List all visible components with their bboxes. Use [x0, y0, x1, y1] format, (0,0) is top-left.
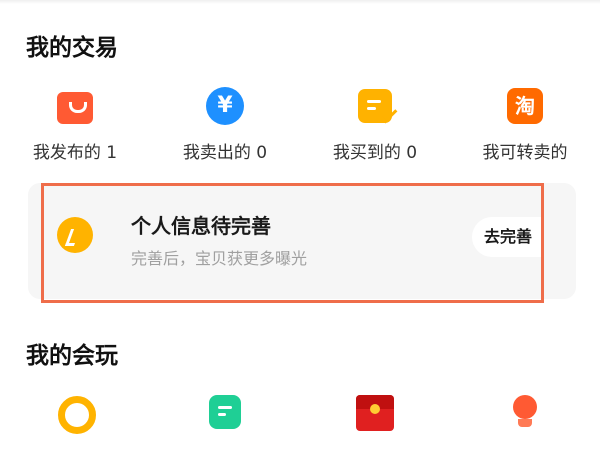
trade-item-published[interactable]: 我发布的 1 — [0, 86, 150, 163]
ring-icon — [55, 393, 96, 434]
yen-coin-icon: ¥ — [205, 86, 245, 126]
play-item-4[interactable] — [450, 393, 600, 433]
play-item-3[interactable] — [300, 393, 450, 433]
trade-section-title: 我的交易 — [26, 35, 118, 61]
trade-item-resellable[interactable]: 淘 我可转卖的 — [450, 86, 600, 163]
highlight-frame — [41, 183, 544, 303]
trade-item-sold[interactable]: ¥ 我卖出的 0 — [150, 86, 300, 163]
play-item-2[interactable] — [150, 393, 300, 433]
trade-item-label: 我卖出的 0 — [182, 143, 268, 163]
trade-item-bought[interactable]: 我买到的 0 — [300, 86, 450, 163]
shopping-bag-icon — [55, 86, 95, 126]
play-section-title: 我的会玩 — [26, 343, 118, 369]
note-icon — [205, 393, 245, 433]
red-envelope-icon — [355, 393, 395, 433]
taobao-icon: 淘 — [505, 86, 545, 126]
trade-item-label: 我发布的 1 — [32, 143, 118, 163]
trade-item-label: 我可转卖的 — [482, 143, 568, 163]
top-divider — [0, 0, 600, 4]
lightbulb-icon — [505, 393, 545, 433]
trade-item-label: 我买到的 0 — [332, 143, 418, 163]
checklist-icon — [355, 86, 398, 126]
play-item-1[interactable] — [0, 393, 150, 434]
